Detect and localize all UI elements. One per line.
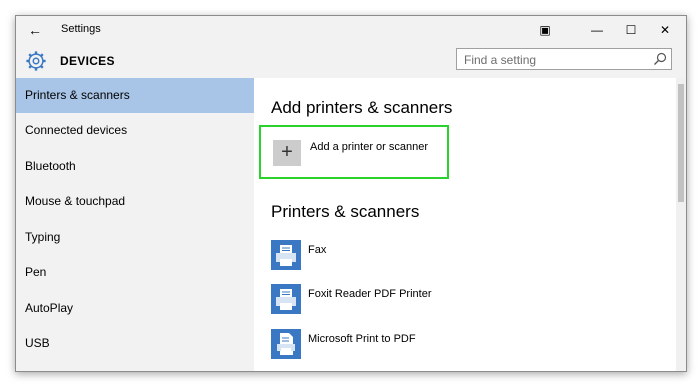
sidebar-item-pen[interactable]: Pen [16,255,254,290]
printer-name: Microsoft Print to PDF [308,333,416,345]
title-bar: ← Settings ▣ — ☐ ✕ [16,16,686,44]
sidebar-item-usb[interactable]: USB [16,326,254,361]
sidebar-item-label: Typing [25,230,61,244]
sidebar-item-typing[interactable]: Typing [16,220,254,255]
sidebar-item-label: Bluetooth [25,159,76,173]
sidebar-item-autoplay[interactable]: AutoPlay [16,291,254,326]
snap-button[interactable]: ▣ [528,16,562,44]
close-icon: ✕ [659,23,671,37]
sidebar: Printers & scanners Connected devices Bl… [16,78,254,371]
window-title: Settings [61,23,101,35]
sidebar-item-label: Mouse & touchpad [25,194,126,208]
add-section-title: Add printers & scanners [271,98,453,117]
printers-list-title: Printers & scanners [271,202,420,221]
sidebar-item-label: USB [25,336,50,350]
page-title: DEVICES [60,54,115,68]
main-content: Add printers & scanners + Add a printer … [254,78,686,371]
plus-icon[interactable]: + [273,140,301,166]
back-button[interactable]: ← [24,20,46,40]
printer-icon [271,240,301,270]
printer-name: Fax [308,244,327,256]
sidebar-item-label: AutoPlay [25,301,74,315]
add-printer-button[interactable]: Add a printer or scanner [310,141,428,153]
maximize-button[interactable]: ☐ [614,16,648,44]
minimize-icon: — [591,23,603,37]
list-item[interactable]: Fax [271,240,651,272]
scroll-thumb[interactable] [678,84,684,202]
sidebar-item-printers-scanners[interactable]: Printers & scanners [16,78,254,113]
sidebar-item-label: Pen [25,265,47,279]
list-item[interactable]: Microsoft Print to PDF [271,329,651,361]
pdf-printer-icon [271,329,301,359]
snap-icon: ▣ [539,23,551,37]
search-input[interactable]: Find a setting [456,48,672,70]
sidebar-item-label: Connected devices [25,123,128,137]
back-arrow-icon: ← [28,22,42,38]
close-button[interactable]: ✕ [648,16,682,44]
settings-window: ← Settings ▣ — ☐ ✕ DEVICES Find a settin… [15,15,687,372]
maximize-icon: ☐ [625,23,637,37]
add-printer-highlight[interactable]: + Add a printer or scanner [259,125,449,179]
sidebar-item-bluetooth[interactable]: Bluetooth [16,149,254,184]
list-item[interactable]: Foxit Reader PDF Printer [271,284,651,316]
gear-icon [26,51,46,71]
search-placeholder: Find a setting [464,53,537,67]
search-icon[interactable] [653,52,667,66]
printer-icon [271,284,301,314]
sidebar-item-label: Printers & scanners [25,88,130,102]
sidebar-item-connected-devices[interactable]: Connected devices [16,113,254,148]
minimize-button[interactable]: — [580,16,614,44]
settings-header: DEVICES Find a setting [16,44,686,78]
printer-name: Foxit Reader PDF Printer [308,288,432,300]
scrollbar[interactable] [676,78,686,371]
sidebar-item-mouse-touchpad[interactable]: Mouse & touchpad [16,184,254,219]
